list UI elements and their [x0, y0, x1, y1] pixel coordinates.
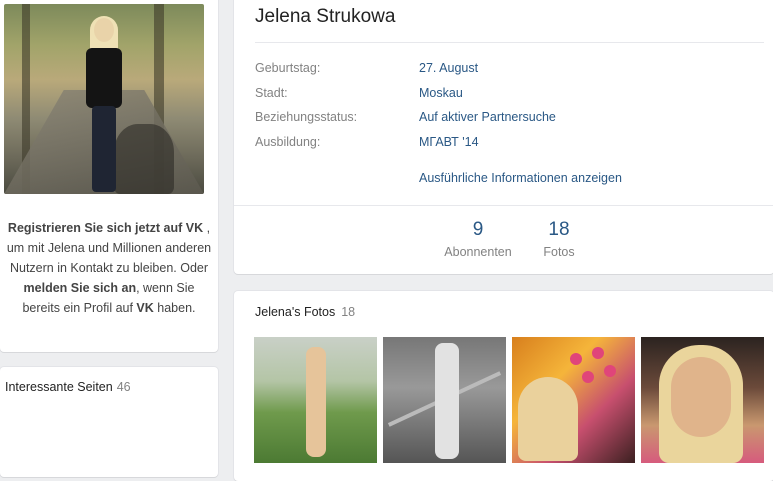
photos-card: Jelena's Fotos 18 [234, 291, 773, 481]
profile-sidebar-card: Registrieren Sie sich jetzt auf VK , um … [0, 0, 218, 352]
divider [234, 205, 773, 206]
registration-text: haben. [153, 301, 196, 315]
profile-info-card: Jelena Strukowa Geburtstag: 27. August S… [234, 0, 773, 274]
photos-header[interactable]: Jelena's Fotos 18 [255, 305, 355, 319]
counter-number: 18 [548, 219, 570, 240]
info-label: Stadt: [255, 86, 288, 100]
interesting-pages-header[interactable]: Interessante Seiten 46 [5, 380, 131, 394]
divider [255, 42, 764, 43]
counter-number: 9 [472, 219, 484, 240]
info-label: Beziehungsstatus: [255, 110, 358, 124]
profile-name: Jelena Strukowa [255, 6, 396, 27]
interesting-pages-label: Interessante Seiten [5, 380, 113, 394]
info-value-relationship[interactable]: Auf aktiver Partnersuche [419, 110, 556, 124]
photos-count: 18 [341, 305, 356, 319]
registration-prompt: Registrieren Sie sich jetzt auf VK , um … [6, 218, 212, 318]
photo-thumbnail[interactable] [254, 337, 377, 463]
photo-thumbnail[interactable] [641, 337, 764, 463]
counter-label: Fotos [543, 245, 575, 259]
register-link[interactable]: Registrieren Sie sich jetzt auf VK [8, 221, 203, 235]
counter-photos[interactable]: 18 Fotos [514, 219, 604, 259]
photos-title: Jelena's Fotos [255, 305, 336, 319]
interesting-pages-count: 46 [116, 380, 131, 394]
info-label: Ausbildung: [255, 135, 321, 149]
counter-label: Abonnenten [444, 245, 512, 259]
photo-thumbnail[interactable] [512, 337, 635, 463]
info-value-birthday[interactable]: 27. August [419, 61, 478, 75]
vk-brand: VK [136, 301, 154, 315]
show-more-info-link[interactable]: Ausführliche Informationen anzeigen [419, 171, 622, 185]
counter-followers[interactable]: 9 Abonnenten [433, 219, 523, 259]
photo-person [86, 16, 122, 194]
info-value-education[interactable]: МГАВТ '14 [419, 135, 479, 149]
login-link[interactable]: melden Sie sich an [24, 281, 137, 295]
info-label: Geburtstag: [255, 61, 321, 75]
photo-thumbnail[interactable] [383, 337, 506, 463]
info-value-city[interactable]: Moskau [419, 86, 463, 100]
profile-photo[interactable] [4, 4, 204, 194]
photo-shadow [114, 124, 174, 194]
interesting-pages-card: Interessante Seiten 46 [0, 367, 218, 477]
